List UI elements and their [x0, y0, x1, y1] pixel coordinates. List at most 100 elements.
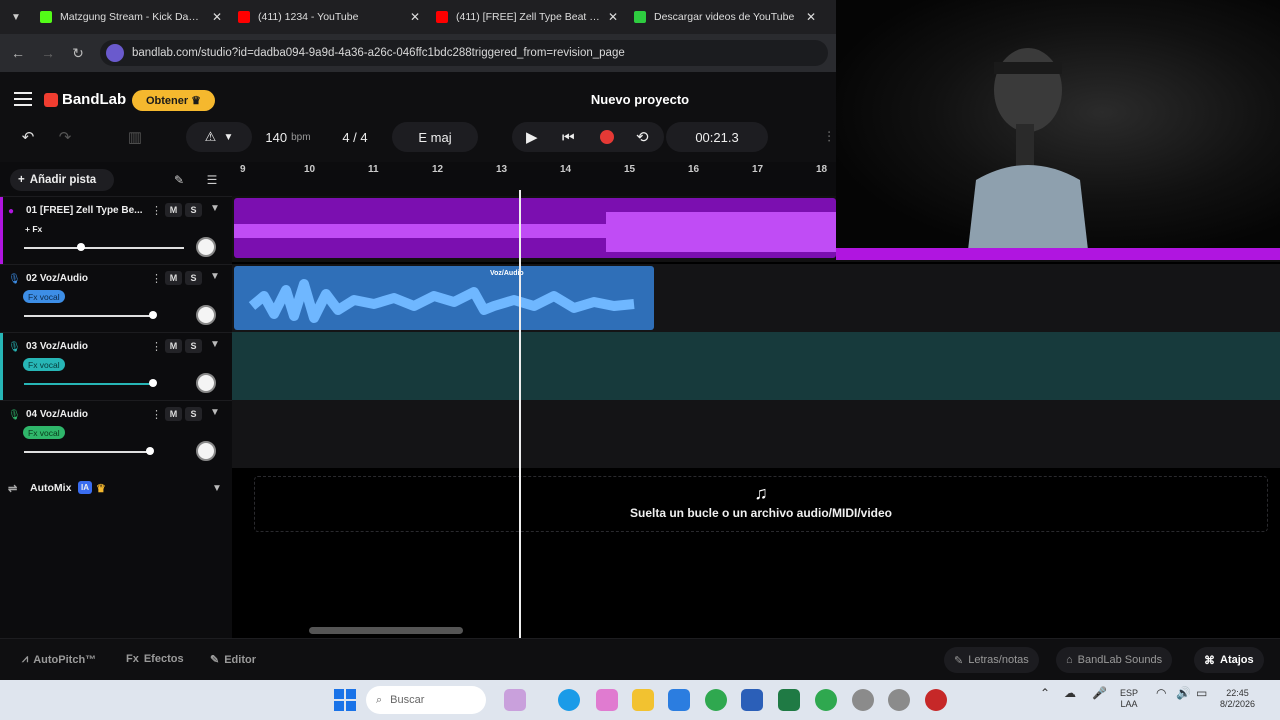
network-icon[interactable]: ☁ [1064, 687, 1076, 699]
undo-icon[interactable]: ↶ [15, 124, 41, 150]
redo-icon[interactable]: ↷ [52, 124, 78, 150]
chevron-down-icon[interactable]: ▼ [210, 271, 220, 282]
volume-slider[interactable] [24, 383, 154, 385]
track-lane[interactable]: Voz/Audio [232, 264, 1280, 332]
site-info-icon[interactable] [106, 44, 124, 62]
back-icon[interactable]: ← [10, 45, 26, 61]
taskbar-search[interactable]: ⌕ Buscar [366, 686, 486, 714]
solo-button[interactable]: S [185, 339, 202, 353]
reload-icon[interactable]: ↻ [70, 45, 86, 62]
volume-icon[interactable]: 🔊 [1176, 687, 1191, 699]
more-icon[interactable]: ⋮ [151, 204, 162, 217]
track-header[interactable]: 🎙 03 Voz/Audio ⋮ M S ▼ Fx vocal [0, 332, 232, 401]
pan-knob[interactable] [196, 305, 216, 325]
chevron-down-icon[interactable]: ▼ [212, 483, 222, 494]
mute-button[interactable]: M [165, 407, 182, 421]
metronome-button[interactable]: ⚠ ▼ [186, 122, 252, 152]
chevron-down-icon[interactable]: ▼ [210, 339, 220, 350]
track-header[interactable]: 🎙 02 Voz/Audio ⋮ M S ▼ Fx vocal [0, 264, 232, 333]
close-tab-icon[interactable]: ✕ [212, 10, 222, 24]
record-icon[interactable] [600, 130, 614, 144]
track-lane[interactable] [232, 400, 1280, 468]
volume-slider[interactable] [24, 451, 150, 453]
audio-clip[interactable]: Voz/Audio [234, 266, 654, 330]
loop-icon[interactable]: ⟲ [636, 128, 649, 146]
track-name[interactable]: 03 Voz/Audio [26, 341, 144, 352]
mail-icon[interactable] [668, 689, 690, 711]
volume-slider[interactable] [24, 247, 184, 249]
project-title[interactable]: Nuevo proyecto [540, 92, 740, 107]
pan-knob[interactable] [196, 237, 216, 257]
add-track-button[interactable]: + Añadir pista [10, 169, 114, 191]
more-icon[interactable]: ⋮ [151, 340, 162, 353]
volume-handle[interactable] [77, 243, 85, 251]
solo-button[interactable]: S [185, 203, 202, 217]
bandlab-logo[interactable]: BandLab [44, 91, 126, 108]
browser-tab[interactable]: (411) [FREE] Zell Type Beat " E ✕ [428, 0, 626, 34]
obtener-button[interactable]: Obtener ♛ [132, 90, 215, 111]
fx-vocal-badge[interactable]: Fx vocal [23, 290, 65, 303]
url-field[interactable]: bandlab.com/studio?id=dadba094-9a9d-4a36… [100, 40, 828, 66]
forward-icon[interactable]: → [40, 45, 56, 61]
browser-tab[interactable]: Descargar videos de YouTube ✕ [626, 0, 824, 34]
mute-button[interactable]: M [165, 271, 182, 285]
pan-knob[interactable] [196, 373, 216, 393]
solo-button[interactable]: S [185, 407, 202, 421]
language-indicator[interactable]: ESP LAA [1120, 688, 1138, 710]
battery-icon[interactable]: ▭ [1196, 687, 1207, 699]
close-tab-icon[interactable]: ✕ [608, 10, 618, 24]
track-header[interactable]: 🎙 04 Voz/Audio ⋮ M S ▼ Fx vocal [0, 400, 232, 469]
mic-icon[interactable]: 🎤 [1092, 687, 1107, 699]
word-icon[interactable] [741, 689, 763, 711]
more-icon[interactable]: ⋮ [151, 272, 162, 285]
fx-button[interactable]: + Fx [20, 222, 47, 235]
mute-button[interactable]: M [165, 203, 182, 217]
skip-back-icon[interactable]: ⏮ [562, 129, 575, 146]
horizontal-scrollbar[interactable] [309, 627, 463, 634]
app-icon[interactable] [925, 689, 947, 711]
track-name[interactable]: 04 Voz/Audio [26, 409, 144, 420]
tab-list-chevron-icon[interactable]: ▼ [0, 0, 32, 34]
track-name[interactable]: 01 [FREE] Zell Type Be... [26, 205, 144, 216]
track-name[interactable]: 02 Voz/Audio [26, 273, 144, 284]
pencil-icon[interactable]: ✎ [168, 170, 190, 190]
key-field[interactable]: E maj [392, 122, 478, 152]
track-lane[interactable] [232, 332, 1280, 400]
volume-handle[interactable] [149, 379, 157, 387]
volume-handle[interactable] [146, 447, 154, 455]
bpm-field[interactable]: 140 bpm [254, 122, 322, 152]
settings-icon[interactable] [852, 689, 874, 711]
obs-icon[interactable] [888, 689, 910, 711]
chrome-icon[interactable] [705, 689, 727, 711]
solo-button[interactable]: S [185, 271, 202, 285]
widgets-icon[interactable] [504, 689, 526, 711]
letras-button[interactable]: ✎ Letras/notas [944, 647, 1039, 673]
time-signature-field[interactable]: 4 / 4 [330, 122, 380, 152]
atajos-button[interactable]: ⌘ Atajos [1194, 647, 1264, 673]
track-header[interactable]: ● 01 [FREE] Zell Type Be... ⋮ M S ▼ + Fx [0, 196, 232, 265]
excel-icon[interactable] [778, 689, 800, 711]
keyboard-icon[interactable]: ▥ [122, 124, 148, 150]
chevron-down-icon[interactable]: ▼ [210, 203, 220, 214]
close-tab-icon[interactable]: ✕ [410, 10, 420, 24]
volume-slider[interactable] [24, 315, 154, 317]
audio-clip[interactable] [234, 198, 836, 258]
pan-knob[interactable] [196, 441, 216, 461]
copilot-icon[interactable] [596, 689, 618, 711]
timeline-ruler[interactable]: 9 10 11 12 13 14 15 16 17 18 [232, 162, 836, 196]
play-icon[interactable]: ▶ [526, 128, 538, 146]
fx-vocal-badge[interactable]: Fx vocal [23, 358, 65, 371]
volume-handle[interactable] [149, 311, 157, 319]
playhead[interactable] [519, 190, 521, 638]
clock[interactable]: 22:45 8/2/2026 [1220, 688, 1255, 710]
fx-vocal-badge[interactable]: Fx vocal [23, 426, 65, 439]
autopitch-button[interactable]: ⩘ AutoPitch™ [22, 653, 96, 666]
automix-row[interactable]: ⇌ AutoMix IA ♛ ▼ [0, 474, 232, 502]
menu-icon[interactable] [14, 92, 32, 110]
bandlab-sounds-button[interactable]: ⌂ BandLab Sounds [1056, 647, 1173, 673]
efectos-button[interactable]: Fx Efectos [126, 653, 184, 665]
browser-tab[interactable]: Matzgung Stream - Kick Dashb ✕ [32, 0, 230, 34]
browser-tab[interactable]: (411) 1234 - YouTube ✕ [230, 0, 428, 34]
chrome-icon[interactable] [815, 689, 837, 711]
chevron-down-icon[interactable]: ▼ [210, 407, 220, 418]
